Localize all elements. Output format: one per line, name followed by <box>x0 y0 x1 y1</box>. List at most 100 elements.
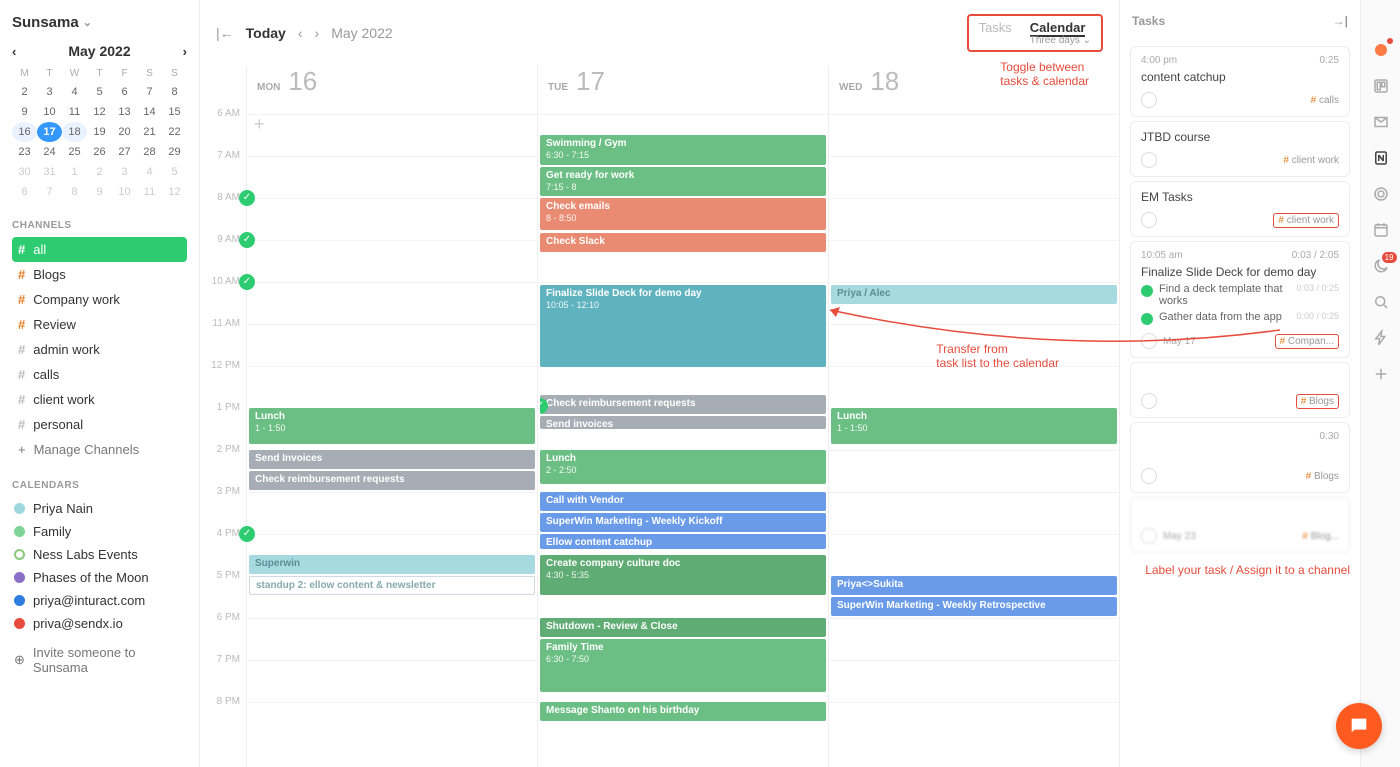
calendar-event[interactable]: Ellow content catchup <box>540 534 826 549</box>
task-card[interactable]: EM Tasks # client work <box>1130 181 1350 237</box>
rail-app-icon[interactable] <box>1371 40 1391 60</box>
task-tag[interactable]: # client work <box>1283 155 1339 166</box>
calendar-event[interactable]: Priya<>Sukita <box>831 576 1117 595</box>
calendar-event[interactable]: Finalize Slide Deck for demo day10:05 - … <box>540 285 826 367</box>
task-tag[interactable]: # Blog... <box>1302 531 1339 542</box>
mini-calendar[interactable]: MTWTFSS 23456789101112131415161718192021… <box>12 65 187 202</box>
task-complete-toggle[interactable] <box>1141 468 1157 484</box>
task-card[interactable]: 0:30 # Blogs <box>1130 422 1350 493</box>
task-title: Finalize Slide Deck for demo day <box>1141 265 1339 279</box>
tab-calendar-wrap[interactable]: Calendar Three days ⌄ <box>1030 20 1091 46</box>
brand-menu[interactable]: Sunsama ⌄ <box>12 14 187 31</box>
hash-icon: # <box>18 242 25 257</box>
calendar-event[interactable]: Swimming / Gym6:30 - 7:15 <box>540 135 826 165</box>
task-tag[interactable]: # client work <box>1273 213 1339 228</box>
calendar-event[interactable]: Family Time6:30 - 7:50 <box>540 639 826 692</box>
prev-day[interactable]: ‹ <box>298 25 303 41</box>
calendar-event[interactable]: SuperWin Marketing - Weekly Retrospectiv… <box>831 597 1117 616</box>
calendar-item[interactable]: Ness Labs Events <box>12 543 187 566</box>
channel-admin-work[interactable]: #admin work <box>12 337 187 362</box>
task-complete-toggle[interactable] <box>1141 393 1157 409</box>
calendar-event[interactable]: Check emails8 - 8:50 <box>540 198 826 230</box>
calendar-event[interactable]: Priya / Alec <box>831 285 1117 304</box>
calendar-event[interactable]: standup 2: ellow content & newsletter <box>249 576 535 595</box>
calendar-event[interactable]: Create company culture doc4:30 - 5:35 <box>540 555 826 595</box>
calendar-event[interactable]: Lunch1 - 1:50 <box>249 408 535 444</box>
check-icon: ✓ <box>540 398 548 414</box>
task-complete-toggle[interactable] <box>1141 92 1157 108</box>
invite-link[interactable]: ⊕ Invite someone to Sunsama <box>12 641 187 679</box>
rail-notion-icon[interactable] <box>1371 148 1391 168</box>
calendar-event[interactable]: Get ready for work7:15 - 8 <box>540 167 826 197</box>
channel-Company-work[interactable]: #Company work <box>12 287 187 312</box>
task-complete-toggle[interactable] <box>1141 528 1157 544</box>
task-title: EM Tasks <box>1141 190 1339 204</box>
channel-client-work[interactable]: #client work <box>12 387 187 412</box>
calendar-event[interactable]: Lunch1 - 1:50 <box>831 408 1117 444</box>
calendar-item[interactable]: Priya Nain <box>12 497 187 520</box>
calendar-item[interactable]: Family <box>12 520 187 543</box>
hash-icon: # <box>18 317 25 332</box>
channel-personal[interactable]: #personal <box>12 412 187 437</box>
hash-icon: # <box>18 342 25 357</box>
plus-icon: + <box>18 442 26 457</box>
task-card[interactable]: # Blogs <box>1130 362 1350 418</box>
minical-prev[interactable]: ‹ <box>12 44 16 59</box>
rail-calendar-icon[interactable] <box>1371 220 1391 240</box>
task-card[interactable]: 4:00 pm0:25content catchup# calls <box>1130 46 1350 117</box>
channel-calls[interactable]: #calls <box>12 362 187 387</box>
rail-bolt-icon[interactable] <box>1371 328 1391 348</box>
calendar-event[interactable]: Lunch2 - 2:50 <box>540 450 826 484</box>
calendar-event[interactable]: Check reimbursement requests <box>249 471 535 490</box>
calendar-event[interactable]: Call with Vendor <box>540 492 826 511</box>
task-tag[interactable]: # Blogs <box>1306 471 1339 482</box>
calendar-event[interactable]: ✓Check reimbursement requests <box>540 395 826 414</box>
calendar-event[interactable]: Check Slack <box>540 233 826 252</box>
calendar-dot-icon <box>14 595 25 606</box>
rail-moon-icon[interactable]: 19 <box>1371 256 1391 276</box>
task-complete-toggle[interactable] <box>1141 333 1157 349</box>
task-card[interactable]: JTBD course # client work <box>1130 121 1350 177</box>
rail-target-icon[interactable] <box>1371 184 1391 204</box>
collapse-sidebar-icon[interactable]: |← <box>216 25 234 41</box>
rail-plus-icon[interactable] <box>1371 364 1391 384</box>
calendar-event[interactable]: Send Invoices <box>249 450 535 469</box>
task-tag[interactable]: # calls <box>1311 95 1339 106</box>
annotation-label: Label your task / Assign it to a channel <box>1130 563 1350 577</box>
calendar-item[interactable]: Phases of the Moon <box>12 566 187 589</box>
tab-tasks[interactable]: Tasks <box>979 20 1012 46</box>
today-button[interactable]: Today <box>246 25 286 41</box>
calendar-event[interactable]: Superwin <box>249 555 535 574</box>
task-complete-toggle[interactable] <box>1141 152 1157 168</box>
minical-next[interactable]: › <box>183 44 187 59</box>
task-title <box>1141 446 1339 460</box>
calendar-dot-icon <box>14 618 25 629</box>
rail-trello-icon[interactable] <box>1371 76 1391 96</box>
channel-Review[interactable]: #Review <box>12 312 187 337</box>
task-title <box>1141 371 1339 385</box>
calendar-event[interactable]: SuperWin Marketing - Weekly Kickoff <box>540 513 826 532</box>
calendar-event[interactable]: Shutdown - Review & Close <box>540 618 826 637</box>
channel-Blogs[interactable]: #Blogs <box>12 262 187 287</box>
task-card[interactable]: May 23# Blog... <box>1130 497 1350 553</box>
calendar-event[interactable]: Message Shanto on his birthday <box>540 702 826 721</box>
task-tag[interactable]: # Compan... <box>1275 334 1339 349</box>
calendar-item[interactable]: priva@sendx.io <box>12 612 187 635</box>
tab-calendar-sub: Three days ⌄ <box>1030 35 1091 46</box>
task-title: JTBD course <box>1141 130 1339 144</box>
expand-panel-icon[interactable]: →| <box>1333 14 1348 28</box>
manage-channels[interactable]: +Manage Channels <box>12 437 187 462</box>
user-plus-icon: ⊕ <box>14 652 25 668</box>
rail-gmail-icon[interactable] <box>1371 112 1391 132</box>
rail-search-icon[interactable] <box>1371 292 1391 312</box>
chat-bubble-button[interactable] <box>1336 703 1382 749</box>
task-tag[interactable]: # Blogs <box>1296 394 1339 409</box>
day-column: MON16Lunch1 - 1:50Send InvoicesCheck rei… <box>246 66 537 767</box>
day-header: WED18 <box>829 66 1119 114</box>
task-complete-toggle[interactable] <box>1141 212 1157 228</box>
calendar-event[interactable]: Send invoices <box>540 416 826 429</box>
calendar-item[interactable]: priya@inturact.com <box>12 589 187 612</box>
next-day[interactable]: › <box>315 25 320 41</box>
task-card[interactable]: 10:05 am0:03 / 2:05Finalize Slide Deck f… <box>1130 241 1350 358</box>
channel-all[interactable]: #all <box>12 237 187 262</box>
